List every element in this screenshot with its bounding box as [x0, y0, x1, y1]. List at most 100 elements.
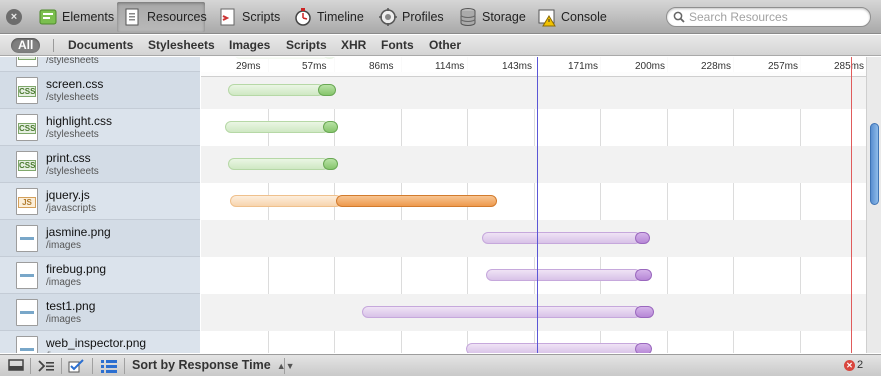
resource-path: /images — [46, 277, 82, 288]
download-bar — [336, 195, 497, 207]
tab-profiles[interactable]: Profiles — [372, 2, 450, 32]
timeline-row[interactable] — [201, 257, 866, 294]
timeline-header: 29ms 57ms 86ms 114ms 143ms 171ms 200ms 228ms 257… — [201, 57, 866, 77]
filter-documents[interactable]: Documents — [68, 38, 133, 53]
storage-icon — [460, 8, 476, 26]
download-bar — [635, 343, 652, 353]
download-bar — [635, 232, 650, 244]
latency-bar — [228, 158, 329, 170]
timeline-row[interactable] — [201, 331, 866, 353]
tab-elements[interactable]: Elements — [32, 2, 120, 32]
search-field[interactable] — [666, 7, 871, 27]
css-file-icon: CSS — [16, 57, 38, 67]
timeline-tick-label: 257ms — [768, 61, 799, 72]
tab-scripts[interactable]: Scripts — [212, 2, 286, 32]
download-bar — [323, 121, 338, 133]
toolbar: × Elements Resources Scripts Timeline Pr… — [0, 0, 881, 34]
dock-icon[interactable] — [8, 359, 26, 373]
filter-images[interactable]: Images — [229, 38, 270, 53]
tab-timeline[interactable]: Timeline — [287, 2, 370, 32]
statusbar-divider — [61, 358, 62, 374]
resource-name: screen.css — [46, 77, 104, 91]
sort-select-label: Sort by Response Time — [132, 358, 271, 372]
resource-path: /stylesheets — [46, 92, 99, 103]
timeline-row[interactable] — [201, 294, 866, 331]
js-file-icon: JS — [16, 188, 38, 215]
filter-fonts[interactable]: Fonts — [381, 38, 414, 53]
latency-bar — [482, 232, 641, 244]
resource-name: print.css — [46, 151, 91, 165]
resource-name: web_inspector.png — [46, 336, 147, 350]
filter-all[interactable]: All — [11, 38, 41, 53]
resource-path: /javascripts — [46, 203, 97, 214]
timeline-row[interactable] — [201, 72, 866, 109]
tab-console[interactable]: Console — [531, 2, 613, 32]
search-input[interactable] — [689, 10, 869, 24]
statusbar-divider — [92, 358, 93, 374]
image-file-icon — [16, 299, 38, 326]
large-rows-icon[interactable] — [100, 359, 118, 373]
resource-row[interactable]: jasmine.png/images — [0, 220, 200, 257]
filter-other[interactable]: Other — [429, 38, 461, 53]
resource-row[interactable]: CSS screen.css/stylesheets — [0, 72, 200, 109]
latency-bar — [466, 343, 641, 353]
tab-scripts-label: Scripts — [242, 10, 281, 24]
timeline-row[interactable] — [201, 109, 866, 146]
resource-name: highlight.css — [46, 114, 113, 128]
latency-bar — [230, 195, 342, 207]
filter-xhr[interactable]: XHR — [341, 38, 366, 53]
resource-name: jquery.js — [46, 188, 90, 202]
filter-stylesheets[interactable]: Stylesheets — [148, 38, 215, 53]
resource-row[interactable]: CSS highlight.css/stylesheets — [0, 109, 200, 146]
tab-profiles-label: Profiles — [402, 10, 444, 24]
resource-list: CSSmobile.css/stylesheetsCSSscreen.css/s… — [0, 57, 200, 353]
resource-row[interactable]: CSS print.css/stylesheets — [0, 146, 200, 183]
resource-name: test1.png — [46, 299, 96, 313]
latency-bar — [225, 121, 329, 133]
resource-name: jasmine.png — [46, 225, 111, 239]
resource-tracking-icon[interactable] — [68, 359, 86, 373]
filter-scripts[interactable]: Scripts — [286, 38, 327, 53]
tab-resources[interactable]: Resources — [117, 2, 207, 32]
console-toggle-icon[interactable] — [38, 359, 56, 373]
dom-content-loaded-marker — [537, 57, 538, 353]
timeline-row[interactable] — [201, 220, 866, 257]
statusbar-divider — [124, 358, 125, 374]
timeline-tick-label: 143ms — [502, 61, 533, 72]
close-icon[interactable]: × — [6, 9, 22, 25]
scripts-icon — [220, 8, 235, 26]
filter-bar: All Documents Stylesheets Images Scripts… — [0, 35, 881, 56]
resource-path: /images — [46, 240, 82, 251]
error-count[interactable]: ✕ 2 — [844, 359, 863, 371]
css-file-icon: CSS — [16, 151, 38, 178]
console-icon — [538, 9, 556, 27]
tab-elements-label: Elements — [62, 10, 115, 24]
vertical-scrollbar[interactable] — [866, 57, 881, 353]
resource-path: /stylesheets — [46, 166, 99, 177]
tab-storage[interactable]: Storage — [452, 2, 532, 32]
timeline-tick-label: 228ms — [701, 61, 732, 72]
resources-icon — [125, 8, 139, 26]
resource-path: /images — [46, 314, 82, 325]
timeline-tick-label: 285ms — [834, 61, 865, 72]
resource-row[interactable]: CSSmobile.css/stylesheets — [0, 57, 200, 72]
latency-bar — [486, 269, 641, 281]
resource-row[interactable]: JS jquery.js/javascripts — [0, 183, 200, 220]
timeline-tick-label: 114ms — [435, 61, 465, 72]
select-arrows-icon: ▲▼ — [276, 361, 295, 371]
resource-row[interactable]: firebug.png/images — [0, 257, 200, 294]
resource-row[interactable]: web_inspector.png/images — [0, 331, 200, 353]
timeline-row[interactable] — [201, 183, 866, 220]
profiles-icon — [379, 8, 397, 26]
resource-row[interactable]: test1.png/images — [0, 294, 200, 331]
tab-storage-label: Storage — [482, 10, 526, 24]
statusbar-divider — [284, 358, 285, 374]
download-bar — [635, 306, 654, 318]
sort-select[interactable]: Sort by Response Time ▲▼ — [132, 358, 295, 372]
timeline-row[interactable] — [201, 146, 866, 183]
download-bar — [318, 84, 336, 96]
latency-bar — [228, 84, 324, 96]
load-event-marker — [851, 57, 852, 353]
status-bar: Sort by Response Time ▲▼ ✕ 2 — [0, 354, 881, 376]
scrollbar-thumb[interactable] — [870, 123, 879, 205]
